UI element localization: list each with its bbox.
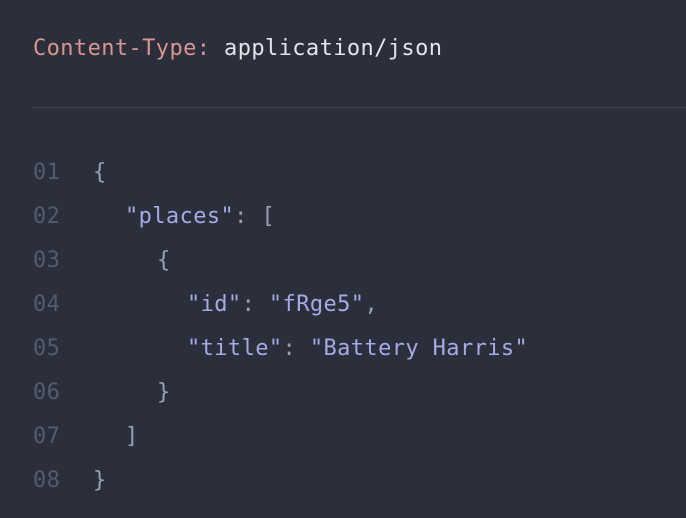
- code-line: 02 "places": [: [33, 195, 686, 239]
- code-line: 08}: [33, 459, 686, 503]
- colon: :: [241, 292, 256, 317]
- content-type-header: Content-Type: application/json: [33, 32, 442, 66]
- line-number: 02: [33, 204, 61, 229]
- open-brace: {: [93, 160, 107, 185]
- close-brace: }: [93, 468, 107, 493]
- json-key-title: "title": [187, 336, 283, 361]
- code-line: 04 "id": "fRge5",: [33, 283, 686, 327]
- divider: [33, 107, 686, 108]
- header-value: application/json: [224, 36, 443, 61]
- colon: :: [282, 336, 297, 361]
- json-code-block: 01 { 02 "places": [ 03 { 04 "id": "fRge5", 0…: [33, 151, 686, 503]
- code-line: 07]: [33, 415, 686, 459]
- code-line: 05 "title": "Battery Harris": [33, 327, 686, 371]
- header-name: Content-Type:: [33, 36, 211, 61]
- comma: ,: [364, 292, 379, 317]
- line-number: 04: [33, 292, 61, 317]
- json-value-id: "fRge5": [268, 292, 365, 317]
- code-line: 01 {: [33, 151, 686, 195]
- line-number: 07: [33, 424, 61, 449]
- line-number: 05: [33, 336, 61, 361]
- code-line: 06}: [33, 371, 686, 415]
- response-panel: Content-Type: application/json 01 { 02 "pl…: [0, 0, 686, 518]
- line-number: 03: [33, 248, 61, 273]
- json-key-places: "places": [125, 204, 235, 229]
- item-close-brace: }: [157, 380, 171, 405]
- close-bracket: ]: [125, 424, 139, 449]
- code-line: 03 {: [33, 239, 686, 283]
- line-number: 01: [33, 160, 61, 185]
- item-open-brace: {: [157, 248, 171, 273]
- line-number: 06: [33, 380, 61, 405]
- json-key-id: "id": [187, 292, 242, 317]
- line-number: 08: [33, 468, 61, 493]
- colon: :: [234, 204, 248, 229]
- json-value-title: "Battery Harris": [309, 336, 529, 361]
- open-bracket: [: [261, 204, 276, 229]
